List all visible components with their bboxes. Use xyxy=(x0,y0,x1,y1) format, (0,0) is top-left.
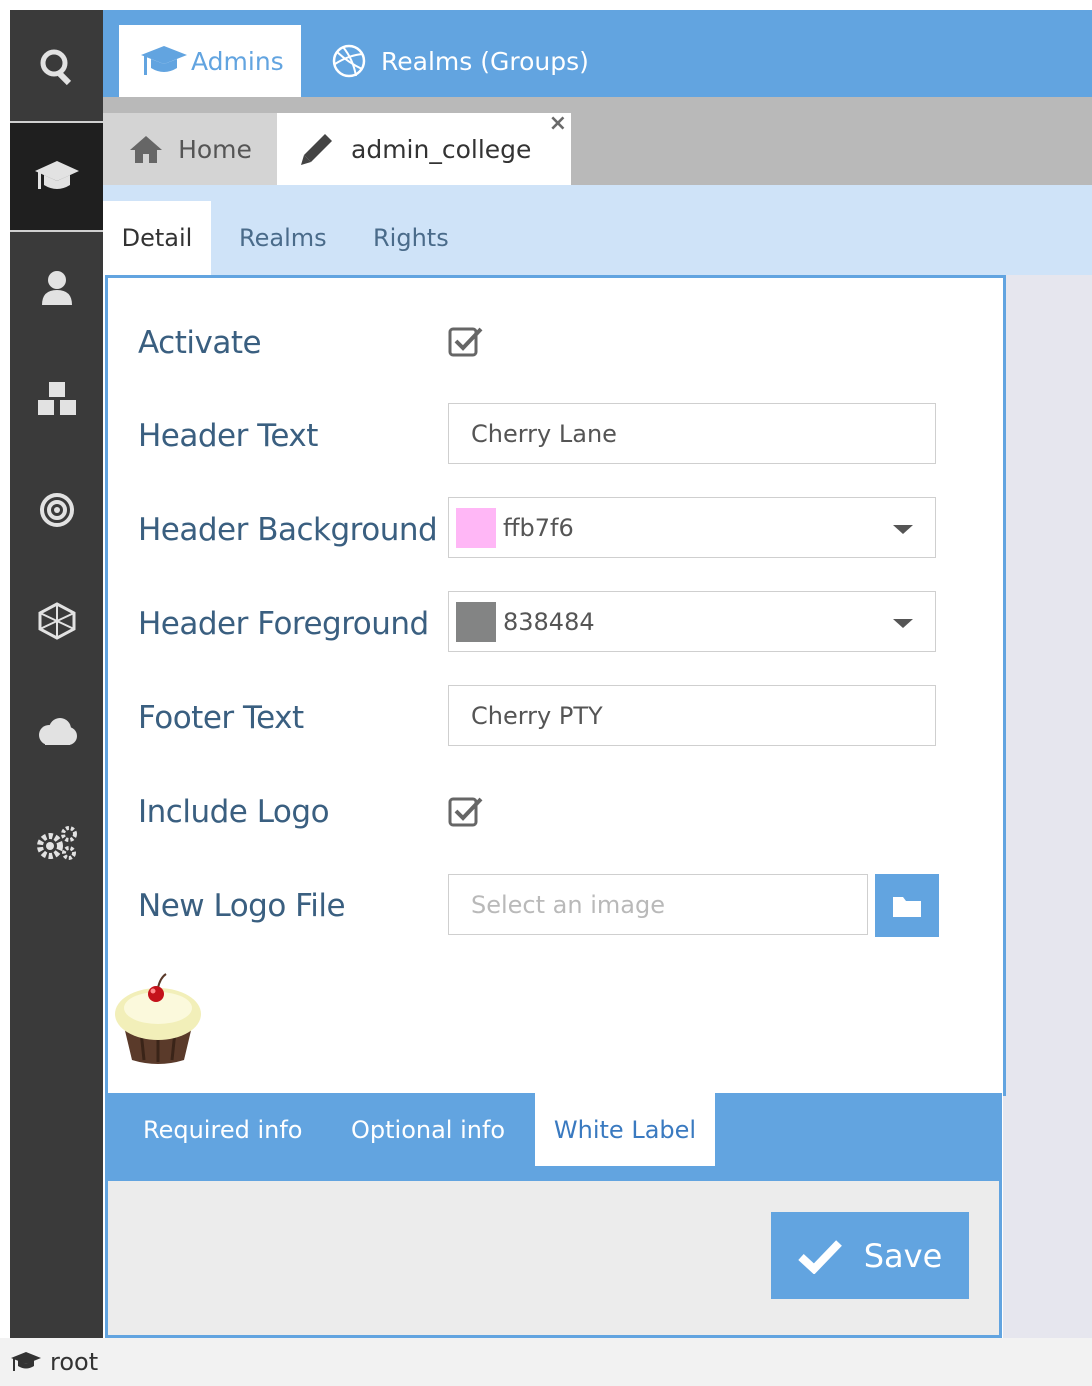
browse-folder-button[interactable] xyxy=(875,874,939,937)
header-text-value: Cherry Lane xyxy=(471,419,617,448)
chevron-down-icon xyxy=(893,619,913,628)
close-icon[interactable]: × xyxy=(549,111,567,136)
include-logo-label: Include Logo xyxy=(138,794,330,830)
tab-admins-label: Admins xyxy=(191,46,284,76)
tab-admins[interactable]: Admins xyxy=(119,25,301,97)
cupcake-logo xyxy=(115,973,201,1064)
main-tab-bar: Admins Realms (Groups) xyxy=(103,10,1092,97)
sidebar-item-cloud[interactable] xyxy=(10,676,103,787)
tab-white-label[interactable]: White Label xyxy=(535,1093,715,1166)
header-background-label: Header Background xyxy=(138,512,438,548)
gears-icon xyxy=(36,825,77,860)
folder-icon xyxy=(893,896,921,917)
search-icon xyxy=(40,49,71,85)
sidebar-item-network[interactable] xyxy=(10,565,103,676)
doc-tab-admin-college-label: admin_college xyxy=(351,134,532,164)
doc-tab-home[interactable]: Home xyxy=(103,113,277,185)
sidebar-item-settings[interactable] xyxy=(10,787,103,898)
header-text-label: Header Text xyxy=(138,418,318,454)
save-button[interactable]: Save xyxy=(771,1212,969,1299)
sidebar xyxy=(10,10,103,1338)
new-logo-file-placeholder: Select an image xyxy=(471,890,665,919)
activate-checkbox[interactable] xyxy=(448,325,484,357)
sidebar-item-users[interactable] xyxy=(10,232,103,343)
pencil-icon xyxy=(301,134,332,165)
footer-text-input[interactable]: Cherry PTY xyxy=(448,685,936,746)
detail-tab-bar: Detail Realms Rights xyxy=(103,185,1092,275)
header-foreground-value: 838484 xyxy=(503,607,595,636)
form-section-tab-bar: Required info Optional info White Label xyxy=(105,1093,1002,1181)
header-background-swatch xyxy=(456,507,496,548)
user-icon xyxy=(41,270,72,305)
sidebar-item-search[interactable] xyxy=(10,10,103,121)
white-label-form: Activate Header Text Cherry Lane Header … xyxy=(105,275,1006,1096)
header-foreground-select[interactable]: 838484 xyxy=(448,591,936,652)
hexagon-mesh-icon xyxy=(38,601,75,640)
footer-text-value: Cherry PTY xyxy=(471,701,603,730)
cubes-icon xyxy=(37,381,76,415)
save-button-label: Save xyxy=(863,1236,943,1275)
new-logo-file-label: New Logo File xyxy=(138,888,346,924)
tab-rights[interactable]: Rights xyxy=(373,201,449,275)
tab-realms-groups[interactable]: Realms (Groups) xyxy=(331,25,589,97)
cloud-icon xyxy=(38,717,77,745)
header-foreground-label: Header Foreground xyxy=(138,606,429,642)
document-tab-bar: Home admin_college × xyxy=(103,97,1092,185)
header-foreground-swatch xyxy=(456,601,496,642)
tab-detail[interactable]: Detail xyxy=(103,201,211,275)
footer-text-label: Footer Text xyxy=(138,700,304,736)
sidebar-item-targets[interactable] xyxy=(10,454,103,565)
current-user: root xyxy=(50,1348,99,1376)
dribbble-icon xyxy=(332,44,366,78)
bullseye-icon xyxy=(39,492,74,527)
sidebar-item-admins[interactable] xyxy=(10,121,103,232)
graduation-cap-icon xyxy=(141,46,187,75)
form-actions: Save xyxy=(105,1181,1002,1338)
sidebar-item-cubes[interactable] xyxy=(10,343,103,454)
graduation-cap-icon xyxy=(11,1352,41,1371)
home-icon xyxy=(130,136,163,163)
checkmark-icon xyxy=(798,1239,842,1274)
chevron-down-icon xyxy=(893,525,913,534)
tab-optional-info[interactable]: Optional info xyxy=(351,1093,505,1166)
header-background-value: ffb7f6 xyxy=(503,513,574,542)
new-logo-file-input[interactable]: Select an image xyxy=(448,874,868,935)
tab-realms[interactable]: Realms xyxy=(239,201,327,275)
status-bar: root xyxy=(0,1338,1092,1386)
tab-required-info[interactable]: Required info xyxy=(143,1093,302,1166)
graduation-cap-icon xyxy=(34,160,79,189)
activate-label: Activate xyxy=(138,325,262,361)
header-text-input[interactable]: Cherry Lane xyxy=(448,403,936,464)
header-background-select[interactable]: ffb7f6 xyxy=(448,497,936,558)
tab-realms-label: Realms (Groups) xyxy=(381,46,589,76)
doc-tab-admin-college[interactable]: admin_college × xyxy=(277,111,571,185)
include-logo-checkbox[interactable] xyxy=(448,795,484,827)
doc-tab-home-label: Home xyxy=(178,134,252,164)
content-background xyxy=(1003,275,1092,1338)
